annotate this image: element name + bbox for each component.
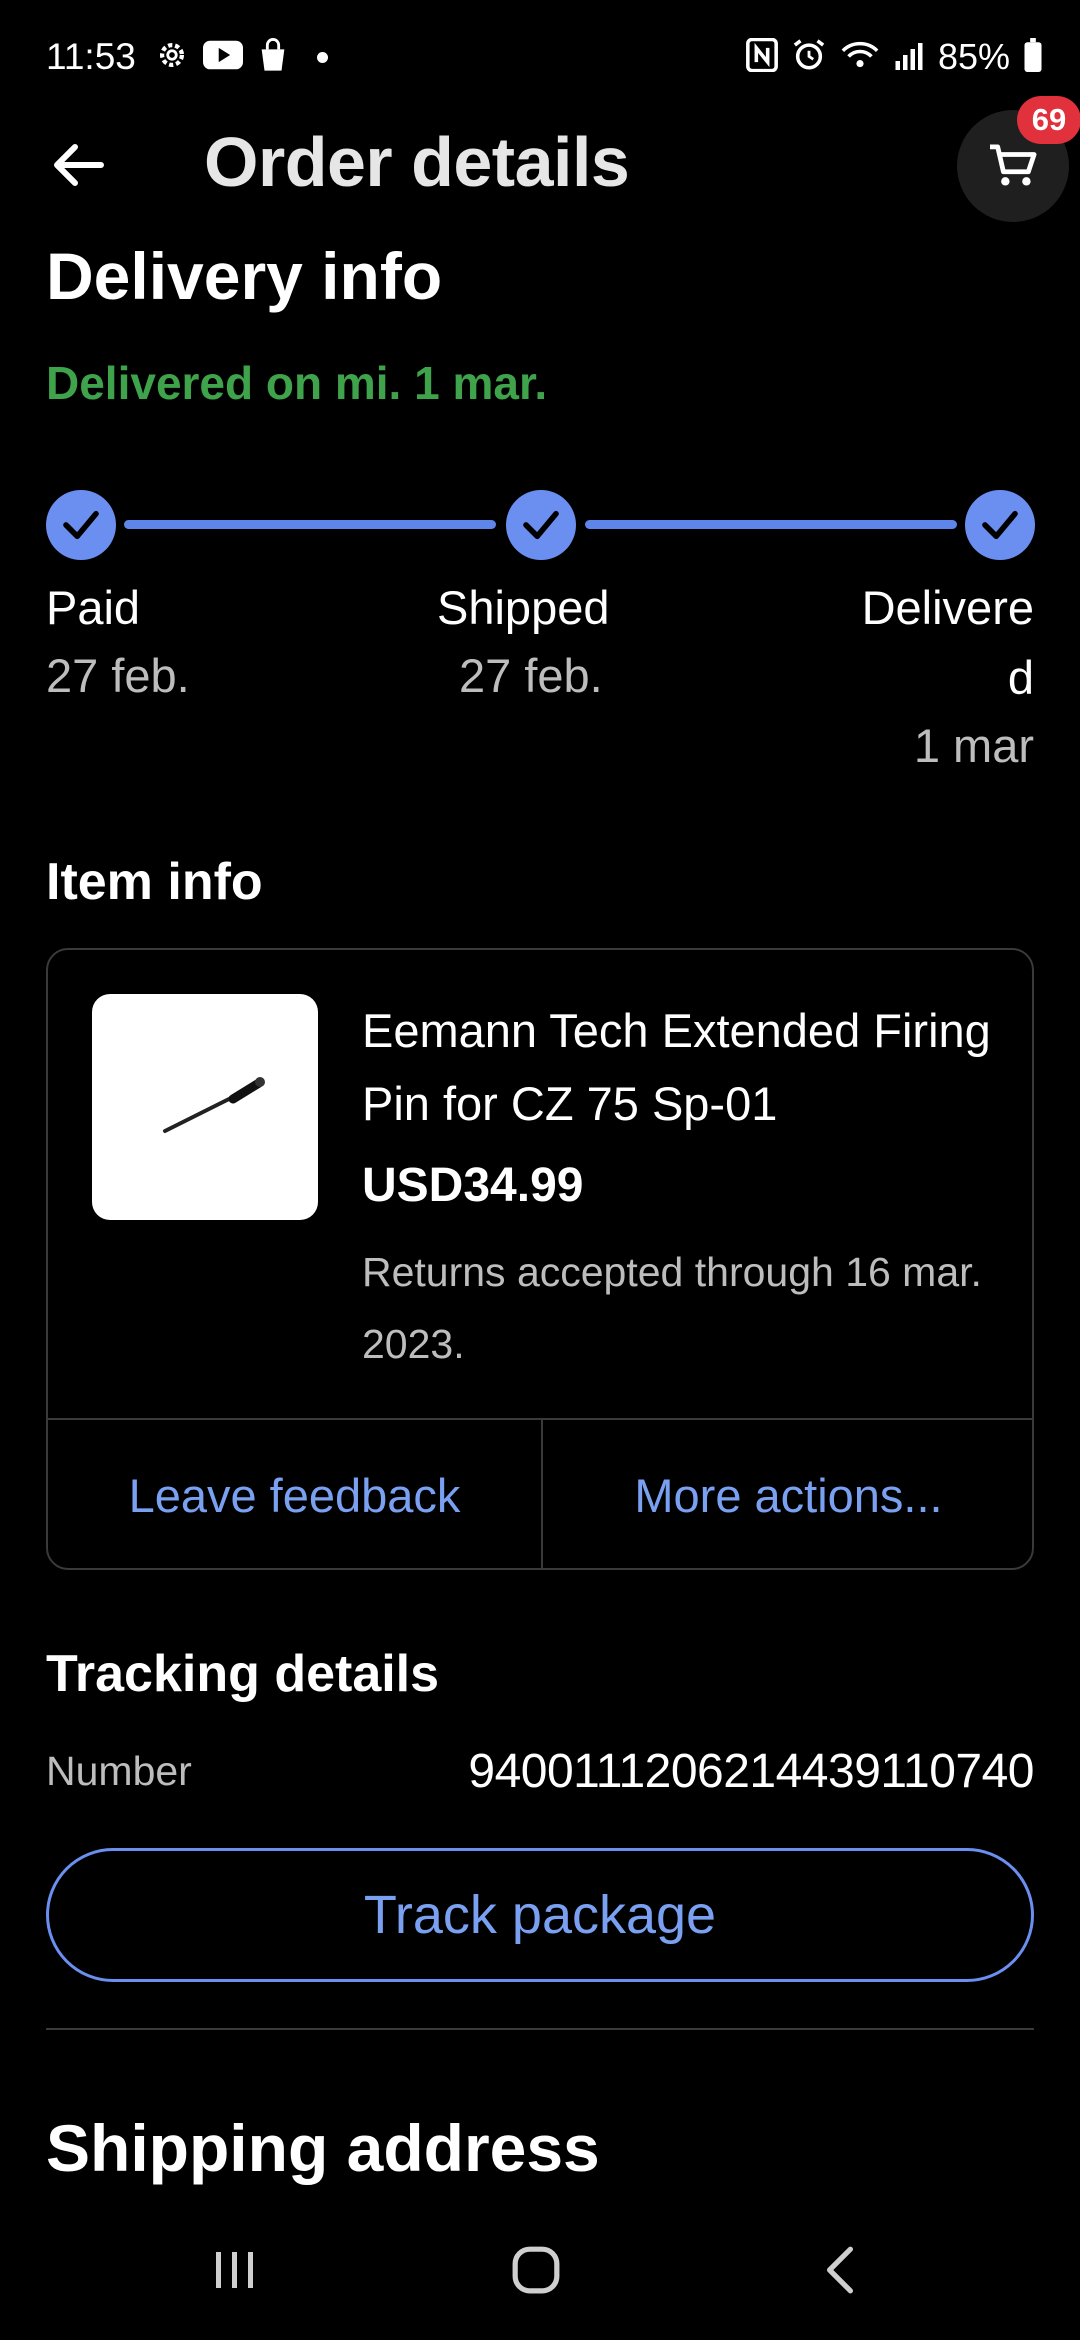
- system-back-button[interactable]: [780, 2230, 900, 2310]
- status-time: 11:53: [46, 36, 136, 77]
- back-button[interactable]: [44, 134, 114, 196]
- shipping-address-heading: Shipping address: [46, 2111, 600, 2185]
- step-paid-check-icon: [46, 490, 116, 560]
- page-title: Order details: [204, 123, 630, 201]
- battery-icon: [1024, 37, 1042, 77]
- recent-apps-button[interactable]: [174, 2230, 294, 2310]
- chevron-left-icon: [826, 2246, 854, 2294]
- track-package-button[interactable]: Track package: [46, 1848, 1034, 1982]
- more-actions-button[interactable]: More actions...: [543, 1420, 1034, 1570]
- home-icon: [512, 2246, 560, 2294]
- nfc-icon: [746, 37, 778, 77]
- step-delivered-label-line1: Delivere: [861, 581, 1034, 634]
- cart-icon: [990, 144, 1037, 186]
- recent-apps-icon: [216, 2252, 253, 2288]
- youtube-icon: [203, 40, 243, 75]
- status-left-icons: [155, 38, 328, 77]
- wifi-icon: [840, 39, 880, 76]
- shopping-bag-icon: [257, 38, 289, 77]
- signal-icon: [894, 40, 924, 75]
- delivery-info-heading: Delivery info: [46, 239, 443, 313]
- alarm-icon: [792, 38, 826, 77]
- home-button[interactable]: [476, 2230, 596, 2310]
- step-paid-label: Paid: [46, 581, 141, 634]
- step-delivered-date: 1 mar: [913, 719, 1034, 772]
- step-paid-date: 27 feb.: [46, 649, 190, 702]
- progress-line-paid-shipped: [124, 520, 496, 529]
- step-delivered-label-line2: d: [1007, 651, 1034, 704]
- item-info-heading: Item info: [46, 853, 263, 911]
- item-card: Eemann Tech Extended Firing Pin for CZ 7…: [46, 948, 1034, 1570]
- step-delivered-check-icon: [965, 490, 1035, 560]
- firing-pin-image-icon: [163, 1077, 265, 1133]
- notification-dot: [317, 52, 328, 63]
- back-arrow-icon: [54, 144, 104, 186]
- battery-percent: 85%: [937, 36, 1010, 77]
- tracking-number-value: 9400111206214439110740: [468, 1745, 1034, 1798]
- step-shipped-check-icon: [506, 490, 576, 560]
- tracking-details-heading: Tracking details: [46, 1645, 440, 1703]
- delivery-progress-tracker: [0, 484, 1080, 566]
- item-title[interactable]: Eemann Tech Extended Firing Pin for CZ 7…: [362, 994, 1002, 1140]
- step-shipped-date: 27 feb.: [459, 649, 603, 702]
- gear-icon: [155, 38, 189, 77]
- cart-badge: 69: [1017, 96, 1080, 144]
- step-shipped-label: Shipped: [437, 581, 610, 634]
- section-divider: [46, 2028, 1034, 2030]
- delivery-status-text: Delivered on mi. 1 mar.: [46, 357, 548, 409]
- order-details-screen: 11:53 85% Order details 69 Delivery info…: [0, 0, 1080, 2340]
- tracking-number-label: Number: [46, 1748, 192, 1794]
- status-bar: 11:53 85%: [0, 0, 1080, 112]
- system-nav-bar: [0, 2200, 1080, 2340]
- leave-feedback-button[interactable]: Leave feedback: [48, 1420, 541, 1570]
- item-price: USD34.99: [362, 1159, 584, 1212]
- item-thumbnail[interactable]: [92, 994, 318, 1220]
- status-right-icons: 85%: [746, 36, 1042, 78]
- progress-line-shipped-delivered: [585, 520, 957, 529]
- item-returns-text: Returns accepted through 16 mar. 2023.: [362, 1249, 982, 1367]
